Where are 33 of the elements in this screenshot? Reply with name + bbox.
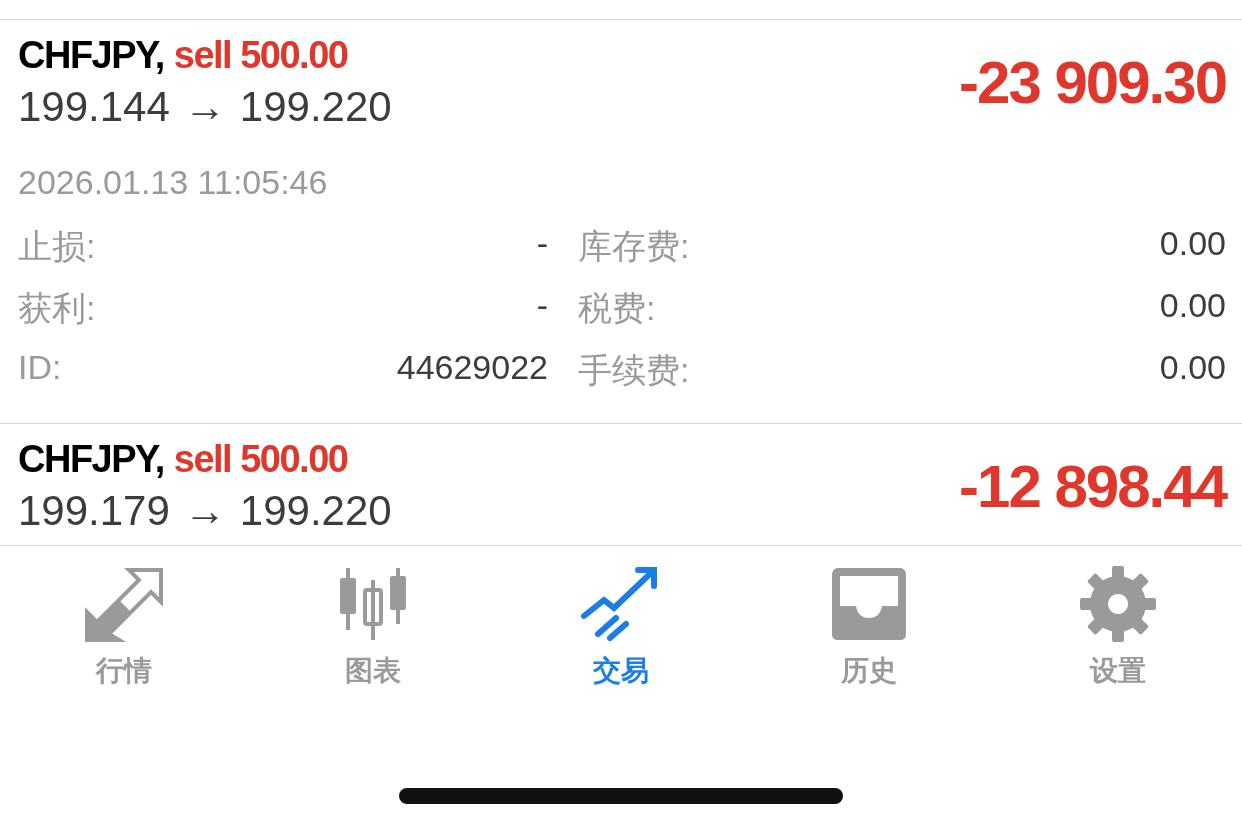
arrow-glyph: →: [183, 487, 226, 535]
symbol-label: CHFJPY,: [18, 438, 164, 481]
profit-value: -12 898.44: [959, 452, 1226, 521]
detail-label: 税费:: [578, 288, 656, 329]
profit-value: -23 909.30: [959, 48, 1226, 117]
position-row[interactable]: CHFJPY, sell 500.00 199.179 → 199.220 -12 898.44: [0, 424, 1242, 546]
detail-label: 获利:: [18, 288, 96, 329]
arrow-glyph: →: [183, 83, 226, 131]
detail-label: 库存费:: [578, 226, 690, 267]
symbol-label: CHFJPY,: [18, 34, 164, 77]
open-time: 2026.01.13 11:05:46: [18, 163, 329, 202]
open-price: 199.179: [18, 487, 170, 535]
tab-bar-item[interactable]: 行情: [0, 566, 249, 690]
order-side-label: sell 500.00: [173, 34, 348, 77]
tab-bar-item[interactable]: 交易: [496, 566, 745, 690]
detail-label: 手续费:: [578, 350, 690, 391]
tab-bar-item[interactable]: 图表: [248, 566, 497, 690]
current-price: 199.220: [239, 487, 392, 535]
detail-value: -: [536, 224, 548, 264]
diagonal-arrows-icon: [83, 566, 166, 642]
detail-value: 0.00: [1159, 224, 1226, 264]
order-side-label: sell 500.00: [173, 438, 348, 481]
tab-bar-item[interactable]: 历史: [745, 566, 994, 690]
detail-value: -: [536, 286, 548, 326]
tab-bar-item[interactable]: 设置: [993, 566, 1242, 690]
current-price: 199.220: [239, 83, 392, 131]
detail-label: ID:: [18, 348, 62, 388]
detail-value: 0.00: [1159, 348, 1226, 388]
detail-value: 0.00: [1159, 286, 1226, 326]
detail-label: 止损:: [18, 226, 96, 267]
open-price: 199.144: [18, 83, 170, 131]
position-row[interactable]: CHFJPY, sell 500.00 199.144 → 199.220 -23 909.30 2026.01.13 11:05:46 止损: - 库存费: 0.00 获利: - 税费: 0.00 ID: 44629022 手续费: 0.00: [0, 20, 1242, 424]
detail-value: 44629022: [396, 348, 548, 388]
